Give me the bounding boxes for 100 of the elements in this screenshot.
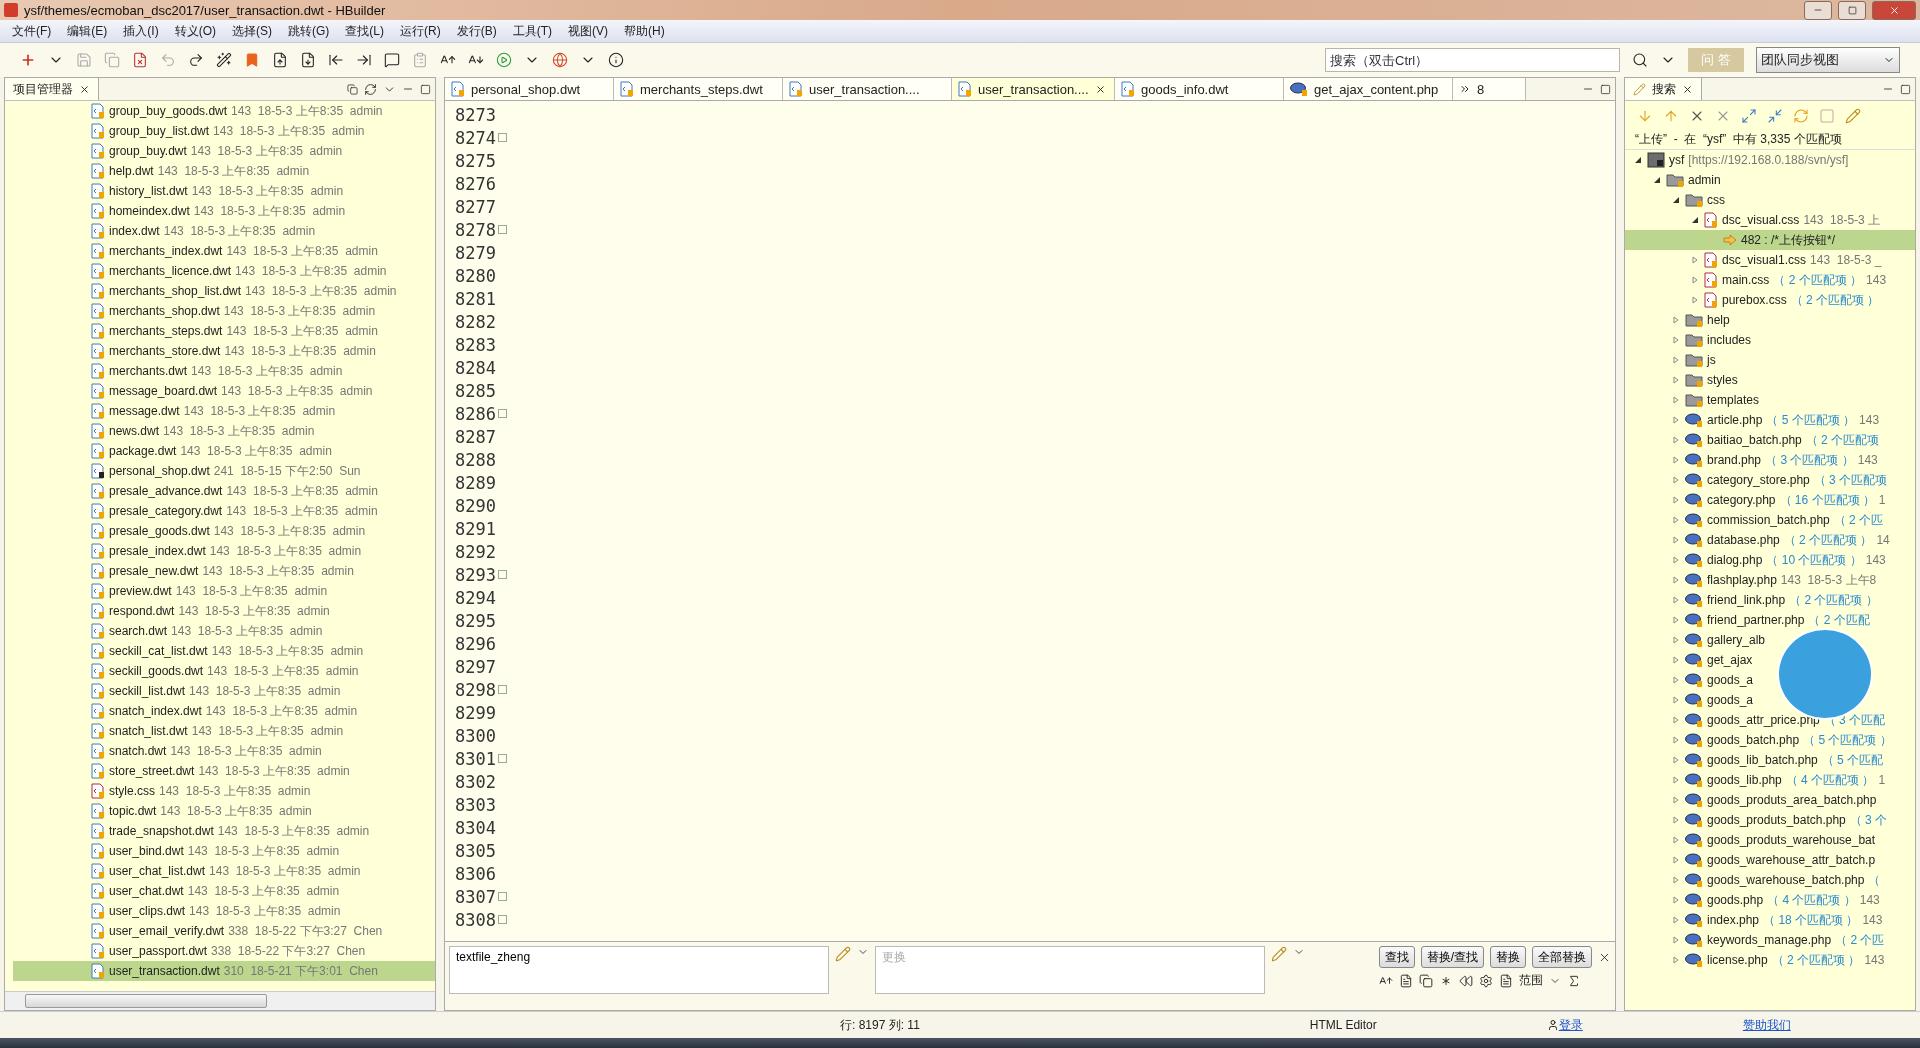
expand-icon[interactable]: [1671, 556, 1681, 564]
menu-item[interactable]: 转义(O): [166, 22, 224, 40]
expand-icon[interactable]: [1671, 756, 1681, 764]
find-field[interactable]: textfile_zheng: [449, 946, 829, 994]
file-x-icon[interactable]: [132, 52, 148, 68]
menu-item[interactable]: 文件(F): [4, 22, 60, 40]
play-icon[interactable]: [496, 52, 512, 68]
tree-item[interactable]: commission_batch.php （ 2 个匹: [1625, 510, 1915, 530]
file-item[interactable]: merchants_shop.dwt 143 18-5-3 上午8:35 admin: [13, 301, 435, 321]
file-item[interactable]: group_buy_list.dwt 143 18-5-3 上午8:35 admin: [13, 121, 435, 141]
file-item[interactable]: seckill_cat_list.dwt 143 18-5-3 上午8:35 admin: [13, 641, 435, 661]
sponsor-link[interactable]: 赞助我们: [1742, 1016, 1791, 1034]
file-item[interactable]: style.css 143 18-5-3 上午8:35 admin: [13, 781, 435, 801]
redo-icon[interactable]: [188, 52, 204, 68]
login-link[interactable]: 登录: [1558, 1016, 1583, 1034]
pencil-icon[interactable]: [1271, 946, 1287, 962]
menu-item[interactable]: 帮助(H): [616, 22, 673, 40]
collapse-icon[interactable]: [1633, 156, 1643, 164]
file-up-icon[interactable]: [272, 52, 288, 68]
tree-item[interactable]: friend_partner.php （ 2 个匹配: [1625, 610, 1915, 630]
file-item[interactable]: snatch_index.dwt 143 18-5-3 上午8:35 admin: [13, 701, 435, 721]
editor-tab[interactable]: goods_info.dwt: [1115, 78, 1284, 100]
collapse-icon[interactable]: [1671, 196, 1681, 204]
file-item[interactable]: message.dwt 143 18-5-3 上午8:35 admin: [13, 401, 435, 421]
expand-icon[interactable]: [1671, 776, 1681, 784]
expand-icon[interactable]: [1671, 696, 1681, 704]
file-item[interactable]: search.dwt 143 18-5-3 上午8:35 admin: [13, 621, 435, 641]
menu-item[interactable]: 运行(R): [392, 22, 449, 40]
fold-icon[interactable]: [497, 133, 507, 142]
fold-icon[interactable]: [497, 570, 507, 579]
expand-all-icon[interactable]: [1741, 108, 1757, 124]
file-item[interactable]: user_email_verify.dwt 338 18-5-22 下午3:27 Chen: [13, 921, 435, 941]
undo-icon[interactable]: [160, 52, 176, 68]
arrow-left-bar-icon[interactable]: [328, 52, 344, 68]
editor-tab[interactable]: merchants_steps.dwt: [614, 78, 783, 100]
tree-item[interactable]: keywords_manage.php （ 2 个匹: [1625, 930, 1915, 950]
file-item[interactable]: snatch_list.dwt 143 18-5-3 上午8:35 admin: [13, 721, 435, 741]
tree-item[interactable]: goods_batch.php （ 5 个匹配项 ）: [1625, 730, 1915, 750]
tree-item[interactable]: article.php （ 5 个匹配项 ） 143: [1625, 410, 1915, 430]
collapse-icon[interactable]: [1652, 176, 1662, 184]
expand-icon[interactable]: [1671, 576, 1681, 584]
pencil-icon[interactable]: [1633, 82, 1646, 96]
file-item[interactable]: seckill_goods.dwt 143 18-5-3 上午8:35 admin: [13, 661, 435, 681]
file-item[interactable]: group_buy.dwt 143 18-5-3 上午8:35 admin: [13, 141, 435, 161]
scrollbar-thumb[interactable]: [25, 994, 267, 1008]
expand-icon[interactable]: [1671, 656, 1681, 664]
copy-icon[interactable]: [1418, 973, 1433, 988]
pencil-icon[interactable]: [1845, 108, 1861, 124]
find-button[interactable]: 替换/查找: [1420, 946, 1484, 968]
panel-tab[interactable]: 搜索: [1625, 78, 1702, 100]
expand-icon[interactable]: [1671, 596, 1681, 604]
menu-item[interactable]: 视图(V): [560, 22, 616, 40]
file-item[interactable]: history_list.dwt 143 18-5-3 上午8:35 admin: [13, 181, 435, 201]
expand-icon[interactable]: [1671, 896, 1681, 904]
tree-item[interactable]: goods.php （ 4 个匹配项 ） 143: [1625, 890, 1915, 910]
file-item[interactable]: presale_goods.dwt 143 18-5-3 上午8:35 admin: [13, 521, 435, 541]
expand-icon[interactable]: [1671, 356, 1681, 364]
fold-icon[interactable]: [497, 754, 507, 763]
file-item[interactable]: user_bind.dwt 143 18-5-3 上午8:35 admin: [13, 841, 435, 861]
scope-label[interactable]: 范围: [1518, 972, 1543, 989]
maximize-icon[interactable]: [1900, 83, 1911, 95]
expand-icon[interactable]: [1671, 376, 1681, 384]
expand-icon[interactable]: [1671, 516, 1681, 524]
expand-icon[interactable]: [1671, 616, 1681, 624]
expand-icon[interactable]: [1671, 816, 1681, 824]
editor-tab[interactable]: user_transaction....: [783, 78, 952, 100]
fold-icon[interactable]: [497, 409, 507, 418]
file-item[interactable]: store_street.dwt 143 18-5-3 上午8:35 admin: [13, 761, 435, 781]
tree-item[interactable]: templates: [1625, 390, 1915, 410]
tree-item[interactable]: goods_warehouse_attr_batch.p: [1625, 850, 1915, 870]
close-icon[interactable]: [1094, 83, 1106, 95]
file-item[interactable]: preview.dwt 143 18-5-3 上午8:35 admin: [13, 581, 435, 601]
restore-icon[interactable]: [347, 83, 358, 95]
file-item[interactable]: news.dwt 143 18-5-3 上午8:35 admin: [13, 421, 435, 441]
file-item[interactable]: message_board.dwt 143 18-5-3 上午8:35 admin: [13, 381, 435, 401]
menu-item[interactable]: 编辑(E): [59, 22, 116, 40]
menu-item[interactable]: 插入(I): [115, 22, 167, 40]
file-item[interactable]: user_clips.dwt 143 18-5-3 上午8:35 admin: [13, 901, 435, 921]
tree-item[interactable]: goods_a: [1625, 690, 1915, 710]
expand-icon[interactable]: [1671, 736, 1681, 744]
arrow-right-bar-icon[interactable]: [356, 52, 372, 68]
tree-item[interactable]: ysf [https://192.168.0.188/svn/ysf]: [1625, 150, 1915, 170]
expand-icon[interactable]: [1671, 416, 1681, 424]
tree-item[interactable]: goods_lib_batch.php （ 5 个匹配: [1625, 750, 1915, 770]
expand-icon[interactable]: [1671, 836, 1681, 844]
globe-icon[interactable]: [552, 52, 568, 68]
close-button[interactable]: [1872, 0, 1916, 20]
expand-icon[interactable]: [1671, 856, 1681, 864]
search-field[interactable]: 搜索（双击Ctrl）: [1325, 48, 1620, 72]
editor-tab[interactable]: get_ajax_content.php: [1284, 78, 1453, 100]
file-item[interactable]: topic.dwt 143 18-5-3 上午8:35 admin: [13, 801, 435, 821]
tree-item[interactable]: includes: [1625, 330, 1915, 350]
file-item[interactable]: seckill_list.dwt 143 18-5-3 上午8:35 admin: [13, 681, 435, 701]
file-item[interactable]: presale_category.dwt 143 18-5-3 上午8:35 admin: [13, 501, 435, 521]
fold-icon[interactable]: [497, 225, 507, 234]
expand-icon[interactable]: [1671, 876, 1681, 884]
bookmark-icon[interactable]: [244, 52, 260, 68]
editor-tab[interactable]: user_transaction....: [952, 78, 1115, 100]
tree-item[interactable]: gallery_alb: [1625, 630, 1915, 650]
tree-item[interactable]: admin: [1625, 170, 1915, 190]
